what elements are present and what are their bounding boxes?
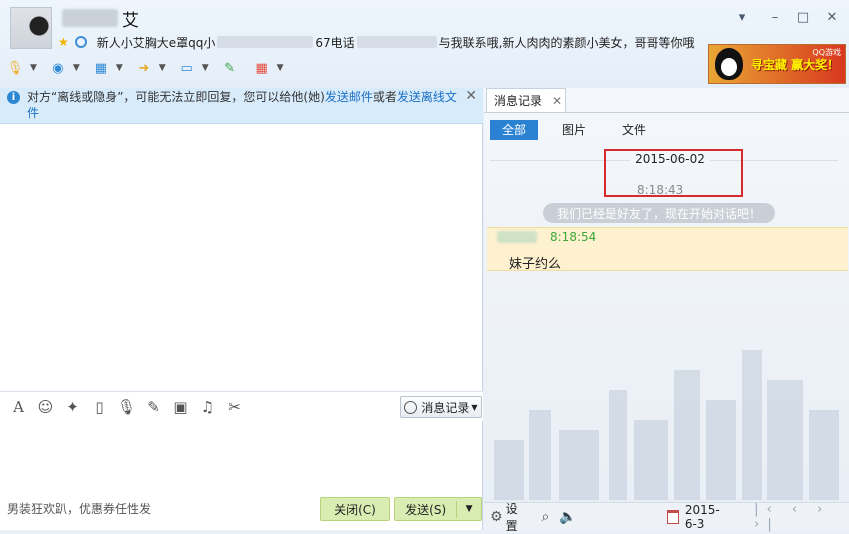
ad-slogan[interactable]: 男装狂欢趴，优惠券任性发	[7, 500, 151, 517]
contact-avatar[interactable]	[10, 7, 52, 49]
info-icon: i	[7, 91, 20, 104]
clock-icon	[404, 400, 418, 414]
edit-icon[interactable]: ✎	[140, 398, 167, 416]
chevron-down-icon: ▼	[471, 402, 478, 412]
chat-toolbar: 🎙 ▼ ◉ ▼ ▦ ▼ ➜ ▼ ▭ ▼ ✎ ▦ ▼	[4, 54, 294, 82]
chevron-down-icon[interactable]: ▼	[116, 63, 123, 73]
tab-label: 消息记录	[494, 94, 543, 108]
message-history-label: 消息记录	[421, 400, 470, 415]
gif-icon[interactable]: ▯	[86, 398, 113, 416]
chevron-down-icon[interactable]: ▼	[30, 63, 37, 73]
nudge-icon[interactable]: ✦	[59, 398, 86, 416]
music-icon[interactable]: ♫	[194, 398, 221, 416]
history-footer: ⚙ 设置 ⌕ 🔈 2015-6-3 |‹ ‹ › ›|	[484, 502, 849, 533]
history-filters: 全部 图片 文件	[490, 119, 670, 141]
send-button[interactable]: 发送(S) ▼	[394, 497, 482, 521]
message-icon: ✎	[224, 60, 236, 76]
filter-files[interactable]: 文件	[610, 120, 658, 140]
screen-share-icon: ▦	[94, 60, 107, 76]
message-text: 妹子约么	[509, 257, 562, 272]
history-navigation[interactable]: |‹ ‹ › ›|	[754, 502, 849, 532]
message-input[interactable]	[0, 422, 483, 494]
signature-text-1: 新人小艾胸大e罩qq小	[96, 35, 216, 50]
menu-button[interactable]: ▾	[733, 8, 751, 26]
chevron-down-icon[interactable]: ▼	[457, 504, 481, 514]
ad-banner[interactable]: 寻宝藏 赢大奖！ QQ游戏	[708, 44, 846, 84]
calendar-icon[interactable]	[666, 509, 679, 524]
sender-name-blurred	[497, 231, 537, 243]
history-message: 8:18:54 妹子约么	[487, 227, 848, 272]
close-icon[interactable]: ✕	[552, 94, 562, 108]
send-label: 发送(S)	[395, 500, 458, 518]
contact-signature: ★ 新人小艾胸大e罩qq小 67电话 与我联系哦,新人肉肉的素颜小美女，哥哥等你…	[58, 33, 695, 51]
toolbar-apps[interactable]: ▦ ▼	[251, 57, 284, 79]
offline-notice: i 对方“离线或隐身”，可能无法立即回复，您可以给他(她)发送邮件或者发送离线文…	[0, 88, 483, 124]
notice-text: 对方“离线或隐身”，可能无法立即回复，您可以给他(她)发送邮件或者发送离线文件	[27, 89, 457, 121]
emoji-icon[interactable]: ☺	[32, 398, 59, 416]
scissors-icon[interactable]: ✂	[221, 398, 248, 416]
tab-message-history[interactable]: 消息记录 ✕	[486, 88, 566, 112]
blurred-name-part	[62, 9, 118, 27]
close-icon[interactable]: ✕	[465, 88, 477, 104]
close-chat-button[interactable]: 关闭(C)	[320, 497, 390, 521]
highlight-box	[604, 149, 743, 197]
system-message: 我们已经是好友了，现在开始对话吧！	[543, 203, 775, 223]
chevron-down-icon: ▾	[738, 9, 746, 25]
minimize-button[interactable]: –	[766, 8, 784, 26]
filter-all[interactable]: 全部	[490, 120, 539, 140]
search-icon[interactable]: ⌕	[542, 509, 550, 525]
toolbar-video[interactable]: ◉ ▼	[47, 57, 80, 79]
close-icon: ✕	[826, 9, 838, 25]
toolbar-message[interactable]: ✎	[219, 57, 241, 79]
chevron-down-icon[interactable]: ▼	[159, 63, 166, 73]
penguin-icon	[715, 48, 743, 80]
settings-label[interactable]: 设置	[506, 500, 526, 534]
send-email-link[interactable]: 发送邮件	[325, 90, 373, 104]
tab-divider	[484, 112, 849, 113]
system-message-text: 我们已经是好友了，现在开始对话吧！	[556, 206, 761, 221]
notice-prefix: 对方“离线或隐身”，可能无法立即回复，您可以给他(她)	[27, 90, 325, 104]
signature-text-3: 与我联系哦,新人肉肉的素颜小美女，哥哥等你哦	[438, 35, 695, 50]
minimize-icon: –	[771, 9, 779, 25]
toolbar-file-transfer[interactable]: ➜ ▼	[133, 57, 166, 79]
contact-name-text: 艾	[122, 10, 139, 31]
ad-brand: QQ游戏	[812, 48, 841, 57]
apps-icon: ▦	[255, 60, 268, 76]
toolbar-remote-desktop[interactable]: ▭ ▼	[176, 57, 209, 79]
chevron-down-icon[interactable]: ▼	[73, 63, 80, 73]
chevron-down-icon[interactable]: ▼	[202, 63, 209, 73]
webcam-icon: ◉	[52, 60, 64, 76]
close-chat-label: 关闭(C)	[334, 502, 376, 517]
message-time: 8:18:54	[550, 230, 597, 244]
signature-text-2: 67电话	[315, 35, 355, 50]
blurred-text	[217, 36, 314, 48]
gear-icon[interactable]: ⚙	[490, 509, 503, 525]
voice-message-icon[interactable]: 🎙	[113, 398, 140, 416]
star-icon: ★	[58, 35, 69, 49]
ad-text: 寻宝藏 赢大奖！	[751, 57, 840, 72]
contact-name: 艾	[62, 7, 139, 31]
toolbar-voice[interactable]: 🎙 ▼	[4, 57, 37, 79]
maximize-icon: □	[796, 9, 810, 25]
toolbar-screen-share[interactable]: ▦ ▼	[90, 57, 123, 79]
chevron-down-icon[interactable]: ▼	[277, 63, 284, 73]
message-history-button[interactable]: 消息记录 ▼	[400, 396, 482, 418]
close-button[interactable]: ✕	[823, 8, 841, 26]
maximize-button[interactable]: □	[794, 8, 812, 26]
remote-desktop-icon: ▭	[180, 60, 193, 76]
qq-status-icon	[74, 36, 87, 48]
image-icon[interactable]: ▣	[167, 398, 194, 416]
font-icon[interactable]: A	[5, 398, 32, 416]
city-background	[484, 290, 849, 500]
notice-middle: 或者	[372, 90, 397, 104]
history-footer-date[interactable]: 2015-6-3	[685, 503, 730, 531]
microphone-icon: 🎙	[6, 60, 24, 76]
speaker-icon[interactable]: 🔈	[559, 509, 576, 525]
filter-images[interactable]: 图片	[550, 120, 598, 140]
file-transfer-icon: ➜	[138, 60, 150, 76]
blurred-text	[356, 36, 437, 48]
